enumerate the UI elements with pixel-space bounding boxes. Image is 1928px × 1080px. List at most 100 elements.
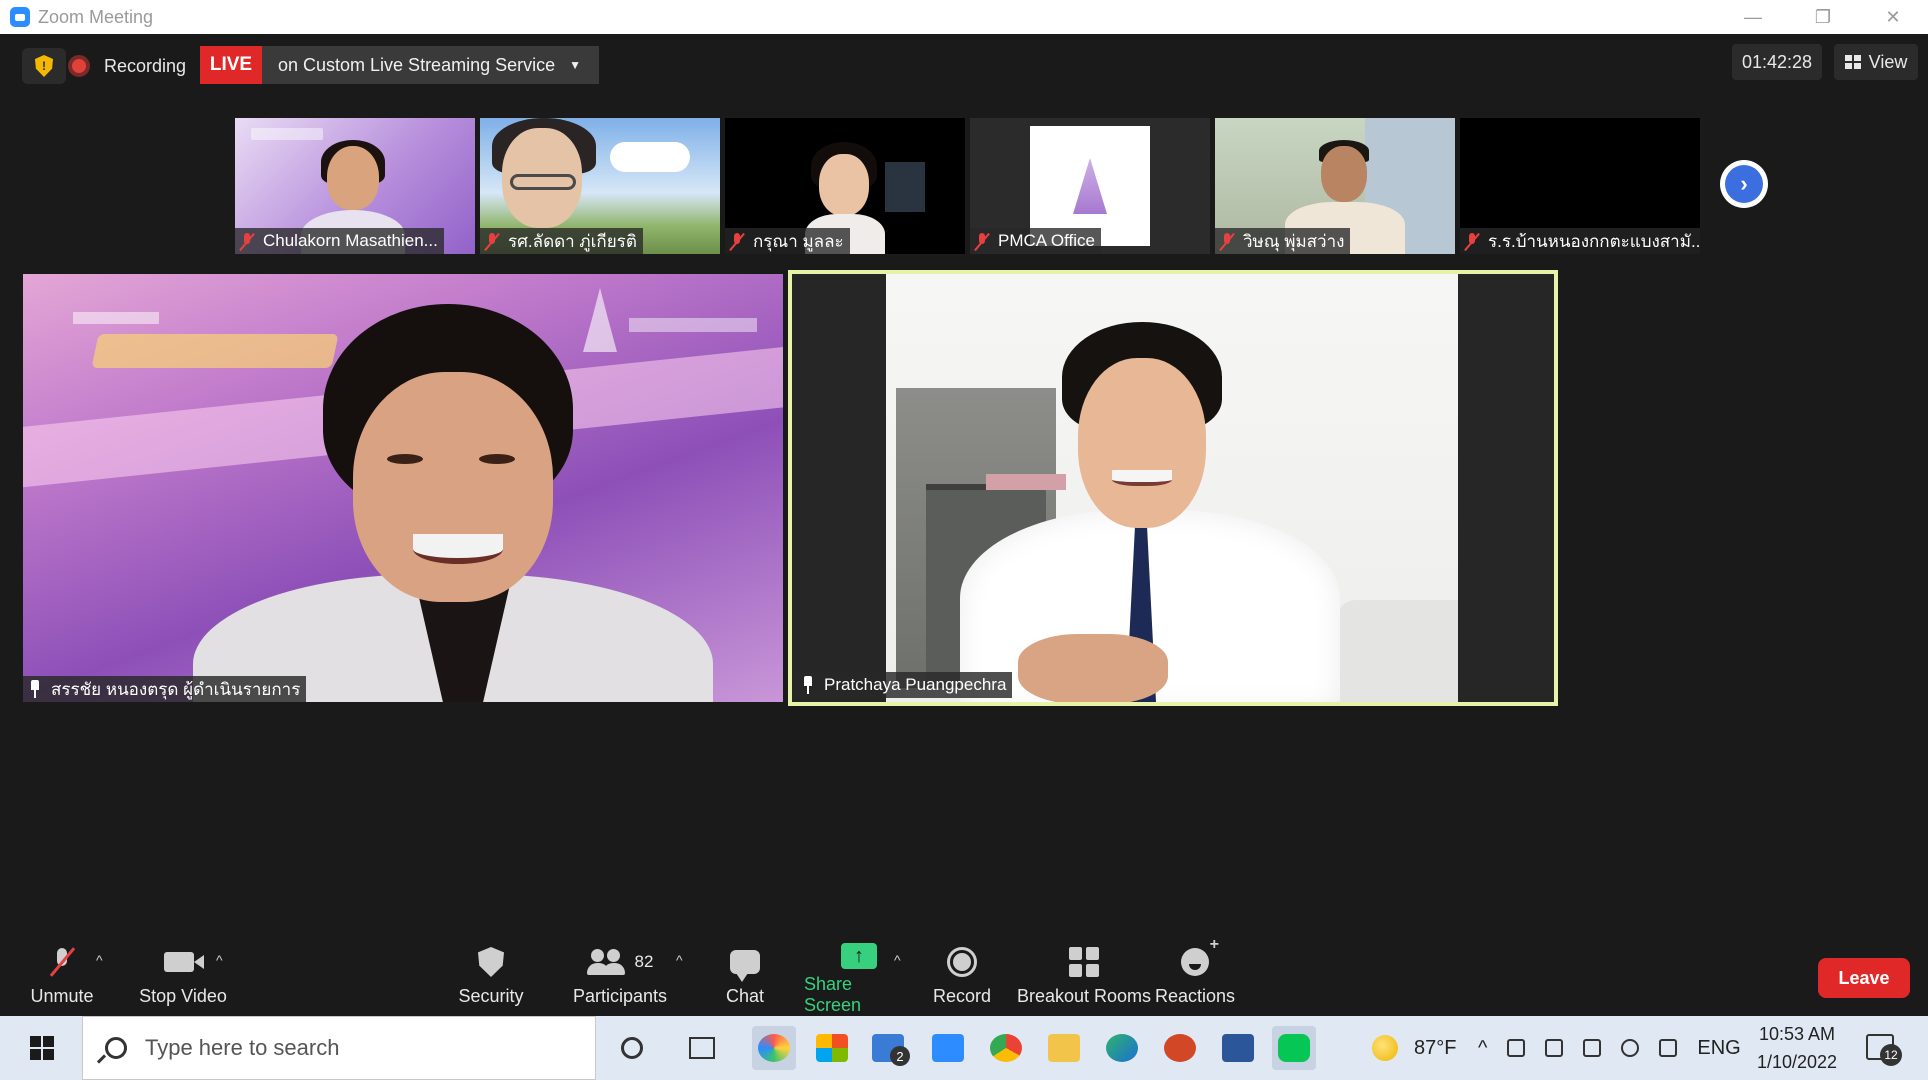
chevron-right-icon: ›	[1725, 165, 1763, 203]
stream-service-dropdown[interactable]: on Custom Live Streaming Service ▼	[262, 46, 600, 84]
muted-mic-icon	[1219, 232, 1235, 250]
encryption-shield-button[interactable]: !	[22, 48, 66, 84]
system-tray: ^ ENG	[1478, 1016, 1741, 1080]
show-hidden-icons-chevron-icon[interactable]: ^	[1478, 1037, 1487, 1060]
mail-icon[interactable]: 2	[866, 1026, 910, 1070]
grid-view-icon	[1844, 55, 1861, 69]
active-speaker-video[interactable]: Pratchaya Puangpechra	[788, 270, 1558, 706]
participants-icon	[586, 949, 625, 975]
muted-microphone-icon	[53, 948, 71, 976]
participants-options-caret-icon[interactable]: ^	[676, 952, 683, 968]
notifications-count: 12	[1880, 1044, 1902, 1066]
edge-icon[interactable]	[1100, 1026, 1144, 1070]
unmute-label: Unmute	[30, 986, 94, 1006]
muted-mic-icon	[484, 232, 500, 250]
line-app-icon[interactable]	[1272, 1026, 1316, 1070]
recording-label: Recording	[104, 55, 187, 76]
wifi-icon[interactable]	[1659, 1039, 1678, 1057]
powerpoint-icon[interactable]	[1158, 1026, 1202, 1070]
participant-name-tag: ร.ร.บ้านหนองกกตะแบงสามั...	[1460, 228, 1700, 254]
taskbar-search-box[interactable]	[82, 1016, 596, 1080]
unmute-button[interactable]: Unmute	[30, 930, 94, 1016]
chat-bubble-icon	[730, 950, 760, 982]
participant-thumbnail[interactable]: ร.ร.บ้านหนองกกตะแบงสามั...	[1460, 118, 1700, 254]
share-screen-button[interactable]: ↑ Share Screen	[804, 930, 914, 1016]
view-button[interactable]: View	[1834, 44, 1918, 80]
sun-weather-icon	[1372, 1035, 1398, 1061]
participant-thumbnail[interactable]: PMCA Office	[970, 118, 1210, 254]
cortana-icon[interactable]	[610, 1026, 654, 1070]
caret-down-icon: ▼	[569, 58, 582, 72]
participant-thumbnail-strip: Chulakorn Masathien... รศ.ลัดดา ภู่เกียร…	[235, 118, 1700, 254]
recording-indicator[interactable]: Recording	[68, 48, 186, 84]
meeting-toolbar: Unmute ^ Stop Video ^ Security 82 Partic…	[8, 930, 1928, 1016]
reaction-smiley-icon	[1181, 936, 1219, 976]
taskbar-search-input[interactable]	[145, 1035, 565, 1061]
microsoft-store-icon[interactable]	[810, 1026, 854, 1070]
speaker-name-tag: สรรชัย หนองตรุด ผู้ดำเนินรายการ	[23, 676, 307, 702]
window-controls: — ❐ ✕	[1718, 0, 1928, 34]
live-label: LIVE	[200, 46, 262, 84]
meeting-timer: 01:42:28	[1732, 44, 1822, 80]
participant-name-tag: วิษณุ พุ่มสว่าง	[1215, 228, 1351, 254]
pin-icon	[802, 676, 814, 694]
title-bar: Zoom Meeting — ❐ ✕	[0, 0, 1928, 34]
stop-video-button[interactable]: Stop Video	[138, 930, 228, 1016]
windows-start-icon[interactable]	[30, 1036, 54, 1060]
weather-widget[interactable]: 87°F	[1372, 1016, 1456, 1080]
participant-name-tag: PMCA Office	[970, 228, 1101, 254]
next-page-button[interactable]: ›	[1720, 160, 1768, 208]
audio-options-caret-icon[interactable]: ^	[96, 952, 103, 968]
recording-dot-icon	[68, 55, 90, 77]
notifications-icon[interactable]: 12	[1866, 1034, 1902, 1066]
share-screen-arrow-icon: ↑	[841, 943, 877, 969]
taskbar-clock[interactable]: 10:53 AM 1/10/2022	[1742, 1020, 1852, 1076]
muted-mic-icon	[974, 232, 990, 250]
zoom-taskbar-icon[interactable]	[752, 1026, 796, 1070]
shield-icon: !	[35, 55, 53, 77]
search-icon	[105, 1037, 127, 1059]
video-camera-icon	[164, 952, 204, 972]
participant-thumbnail[interactable]: รศ.ลัดดา ภู่เกียรติ	[480, 118, 720, 254]
video-options-caret-icon[interactable]: ^	[216, 952, 223, 968]
shield-icon	[478, 947, 504, 977]
leave-button[interactable]: Leave	[1818, 958, 1910, 998]
participants-label: Participants	[572, 986, 668, 1006]
meeting-area: ! Recording LIVE on Custom Live Streamin…	[8, 34, 1928, 1016]
close-button[interactable]: ✕	[1858, 0, 1928, 34]
stream-service-label: on Custom Live Streaming Service	[278, 54, 556, 75]
speaker-video[interactable]: สรรชัย หนองตรุด ผู้ดำเนินรายการ	[23, 274, 783, 702]
security-button[interactable]: Security	[456, 930, 526, 1016]
participants-button[interactable]: 82 Participants	[570, 930, 670, 1016]
weather-temp: 87°F	[1414, 1036, 1457, 1059]
breakout-rooms-button[interactable]: Breakout Rooms	[1014, 930, 1154, 1016]
participant-thumbnail[interactable]: กรุณา มูลละ	[725, 118, 965, 254]
onedrive-cloud-icon[interactable]	[1621, 1039, 1640, 1057]
participant-thumbnail[interactable]: Chulakorn Masathien...	[235, 118, 475, 254]
zoom-app-taskbar-icon[interactable]	[926, 1026, 970, 1070]
microphone-tray-icon[interactable]	[1545, 1039, 1564, 1057]
share-options-caret-icon[interactable]: ^	[894, 952, 901, 968]
task-view-icon[interactable]	[680, 1026, 724, 1070]
meet-now-icon[interactable]	[1507, 1039, 1526, 1057]
muted-mic-icon	[239, 232, 255, 250]
share-screen-label: Share Screen	[804, 974, 862, 1015]
record-button[interactable]: Record	[930, 930, 994, 1016]
muted-mic-icon	[729, 232, 745, 250]
file-explorer-icon[interactable]	[1042, 1026, 1086, 1070]
chrome-icon[interactable]	[984, 1026, 1028, 1070]
language-indicator[interactable]: ENG	[1697, 1037, 1740, 1060]
breakout-rooms-label: Breakout Rooms	[1016, 986, 1152, 1006]
clock-date: 1/10/2022	[1756, 1052, 1838, 1072]
reactions-button[interactable]: Reactions	[1154, 930, 1236, 1016]
live-stream-badge[interactable]: LIVE on Custom Live Streaming Service ▼	[200, 46, 600, 84]
pin-icon	[29, 680, 41, 698]
display-tray-icon[interactable]	[1583, 1039, 1602, 1057]
participant-name-tag: Chulakorn Masathien...	[235, 228, 444, 254]
restore-button[interactable]: ❐	[1788, 0, 1858, 34]
window-title: Zoom Meeting	[38, 6, 154, 27]
participant-thumbnail[interactable]: วิษณุ พุ่มสว่าง	[1215, 118, 1455, 254]
minimize-button[interactable]: —	[1718, 0, 1788, 34]
chat-button[interactable]: Chat	[718, 930, 772, 1016]
word-icon[interactable]	[1216, 1026, 1260, 1070]
